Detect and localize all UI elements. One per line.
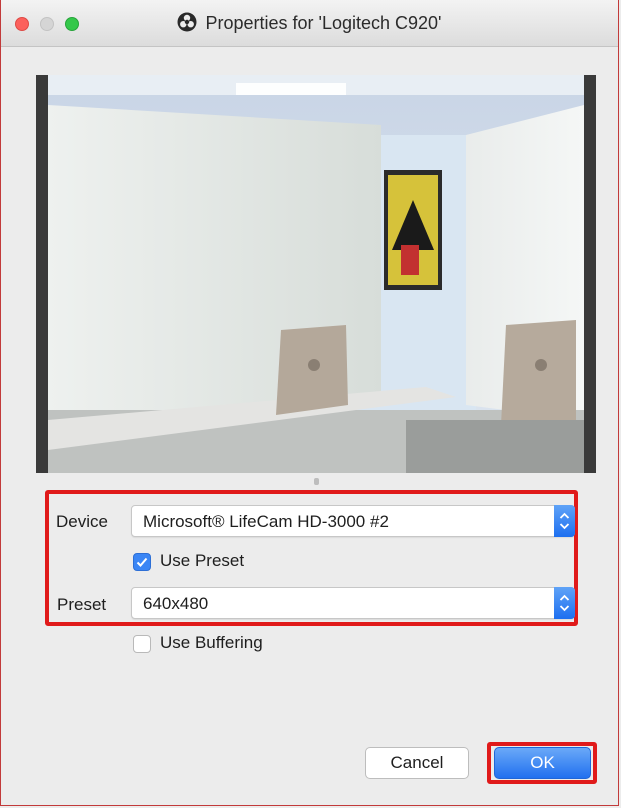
- preset-select[interactable]: 640x480: [131, 587, 575, 619]
- properties-window: Properties for 'Logitech C920' Device Mi…: [0, 0, 619, 806]
- select-arrows-icon: [554, 587, 575, 619]
- checkbox-checked-icon: [133, 553, 151, 571]
- preset-select-value: 640x480: [143, 594, 209, 613]
- ok-button[interactable]: OK: [494, 747, 591, 779]
- device-select[interactable]: Microsoft® LifeCam HD-3000 #2: [131, 505, 575, 537]
- use-preset-checkbox[interactable]: Use Preset: [133, 551, 333, 573]
- window-title: Properties for 'Logitech C920': [1, 12, 618, 37]
- select-arrows-icon: [554, 505, 575, 537]
- cancel-button[interactable]: Cancel: [365, 747, 469, 779]
- use-buffering-checkbox[interactable]: Use Buffering: [133, 633, 333, 655]
- camera-preview-image: [36, 75, 596, 473]
- device-select-value: Microsoft® LifeCam HD-3000 #2: [143, 512, 389, 531]
- obs-icon: [177, 12, 197, 37]
- use-preset-label: Use Preset: [160, 551, 245, 570]
- device-label: Device: [56, 512, 108, 531]
- resize-grip[interactable]: [314, 478, 319, 485]
- checkbox-unchecked-icon: [133, 635, 151, 653]
- preset-label: Preset: [57, 595, 107, 614]
- window-title-text: Properties for 'Logitech C920': [205, 13, 442, 33]
- camera-preview: [36, 75, 596, 473]
- use-buffering-label: Use Buffering: [160, 633, 263, 652]
- title-bar: Properties for 'Logitech C920': [1, 0, 618, 47]
